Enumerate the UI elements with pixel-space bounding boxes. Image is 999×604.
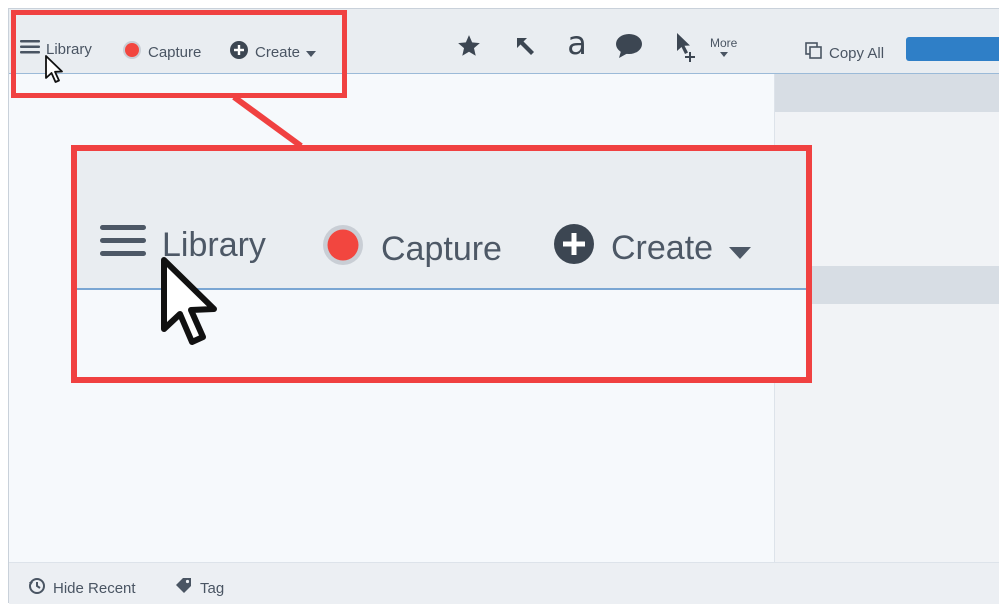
record-icon — [321, 223, 365, 276]
zoom-capture: Capture — [321, 223, 502, 276]
tag-icon — [175, 577, 193, 599]
tag-label: Tag — [200, 579, 225, 597]
status-bar — [9, 562, 999, 604]
zoom-create: Create — [553, 223, 752, 274]
hamburger-icon — [100, 225, 146, 266]
hide-recent-label: Hide Recent — [53, 579, 136, 597]
hide-recent-button[interactable]: Hide Recent — [28, 577, 136, 599]
zoom-callout: Library Capture Create — [71, 145, 812, 383]
chevron-down-icon — [729, 229, 752, 268]
zoom-create-label: Create — [611, 229, 714, 267]
tag-button[interactable]: Tag — [175, 577, 224, 599]
zoom-capture-label: Capture — [381, 230, 502, 268]
mouse-cursor-icon — [159, 255, 225, 358]
plus-circle-icon — [553, 223, 595, 274]
history-icon — [28, 577, 46, 599]
